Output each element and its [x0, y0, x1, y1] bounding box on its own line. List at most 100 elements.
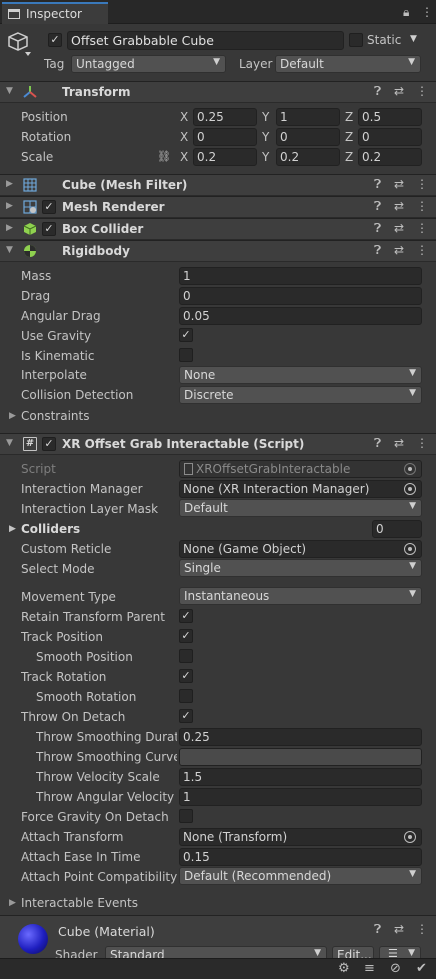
- xr-grab-enabled-checkbox[interactable]: ✓: [42, 437, 56, 451]
- throw-on-detach-checkbox[interactable]: ✓: [179, 709, 193, 723]
- help-icon[interactable]: ❓︎: [374, 243, 381, 258]
- object-picker-icon[interactable]: [404, 483, 416, 495]
- colliders-label[interactable]: Colliders: [21, 522, 80, 536]
- interaction-layer-mask-dropdown[interactable]: Default ▼: [179, 499, 422, 517]
- context-menu-icon[interactable]: ⋮: [416, 84, 428, 98]
- help-icon[interactable]: ❓︎: [374, 199, 381, 214]
- track-rotation-checkbox[interactable]: ✓: [179, 669, 193, 683]
- smooth-position-checkbox[interactable]: [179, 649, 193, 663]
- interpolate-dropdown[interactable]: None ▼: [179, 366, 422, 384]
- track-position-checkbox[interactable]: ✓: [179, 629, 193, 643]
- smooth-rotation-checkbox[interactable]: [179, 689, 193, 703]
- transform-header[interactable]: ▼ Transform ❓︎ ⇄ ⋮: [0, 81, 436, 103]
- object-picker-icon[interactable]: [404, 543, 416, 555]
- rotation-z-field[interactable]: 0: [358, 128, 422, 146]
- colliders-count-field[interactable]: 0: [372, 520, 422, 538]
- retain-transform-parent-checkbox[interactable]: ✓: [179, 609, 193, 623]
- throw-smoothing-curve-field[interactable]: [179, 748, 422, 766]
- box-collider-enabled-checkbox[interactable]: ✓: [42, 222, 56, 236]
- scale-x-field[interactable]: 0.2: [193, 148, 257, 166]
- position-y-field[interactable]: 1: [276, 108, 340, 126]
- help-icon[interactable]: ❓︎: [374, 436, 381, 451]
- context-menu-icon[interactable]: ⋮: [416, 436, 428, 450]
- rotation-x-field[interactable]: 0: [193, 128, 257, 146]
- axis-y-label: Y: [262, 110, 270, 124]
- attach-compatibility-dropdown[interactable]: Default (Recommended) ▼: [179, 867, 422, 885]
- scale-link-icon[interactable]: ⛓︎: [157, 150, 171, 163]
- preset-icon[interactable]: ⇄: [394, 243, 404, 257]
- tag-dropdown[interactable]: Untagged ▼: [71, 55, 226, 73]
- is-kinematic-checkbox[interactable]: [179, 348, 193, 362]
- custom-reticle-field[interactable]: None (Game Object): [179, 540, 422, 558]
- throw-smoothing-duration-field[interactable]: 0.25: [179, 728, 422, 746]
- mass-field[interactable]: 1: [179, 267, 422, 285]
- angular-drag-field[interactable]: 0.05: [179, 307, 422, 325]
- constraints-foldout-arrow[interactable]: ▶: [9, 411, 16, 421]
- help-icon[interactable]: ❓︎: [374, 177, 381, 192]
- active-checkbox[interactable]: ✓: [48, 33, 62, 47]
- events-foldout-arrow[interactable]: ▶: [9, 898, 16, 908]
- preset-icon[interactable]: ⇄: [394, 177, 404, 191]
- attach-ease-field[interactable]: 0.15: [179, 848, 422, 866]
- object-name-field[interactable]: Offset Grabbable Cube: [67, 31, 344, 50]
- context-menu-icon[interactable]: ⋮: [416, 922, 428, 936]
- use-gravity-checkbox[interactable]: ✓: [179, 328, 193, 342]
- preset-icon[interactable]: ⇄: [394, 84, 404, 98]
- movement-type-dropdown[interactable]: Instantaneous ▼: [179, 587, 422, 605]
- preset-icon[interactable]: ⇄: [394, 436, 404, 450]
- context-menu-icon[interactable]: ⋮: [416, 199, 428, 213]
- context-menu-icon[interactable]: ⋮: [416, 221, 428, 235]
- rotation-y-field[interactable]: 0: [276, 128, 340, 146]
- check-icon[interactable]: ✔: [416, 961, 427, 976]
- tab-inspector[interactable]: Inspector: [2, 2, 108, 24]
- material-title: Cube (Material): [58, 924, 155, 939]
- attach-transform-field[interactable]: None (Transform): [179, 828, 422, 846]
- help-icon[interactable]: ❓︎: [374, 84, 381, 99]
- interaction-manager-field[interactable]: None (XR Interaction Manager): [179, 480, 422, 498]
- material-header[interactable]: Cube (Material) Shader Standard ▼ Edit...…: [0, 916, 436, 964]
- xr-grab-header[interactable]: ▼ # ✓ XR Offset Grab Interactable (Scrip…: [0, 433, 436, 455]
- foldout-arrow-icon[interactable]: ▶: [6, 201, 13, 211]
- rigidbody-header[interactable]: ▼ Rigidbody ❓︎ ⇄ ⋮: [0, 240, 436, 262]
- throw-velocity-scale-label: Throw Velocity Scale: [36, 770, 160, 784]
- box-collider-header[interactable]: ▶ ✓ Box Collider ❓︎ ⇄ ⋮: [0, 218, 436, 240]
- context-menu-icon[interactable]: ⋮: [416, 177, 428, 191]
- collision-detection-dropdown[interactable]: Discrete ▼: [179, 386, 422, 404]
- more-options-icon[interactable]: ⋮: [421, 5, 433, 19]
- debug-icon[interactable]: ⚙︎: [338, 961, 350, 976]
- lock-icon[interactable]: 🔒︎: [403, 5, 409, 20]
- force-gravity-checkbox[interactable]: [179, 809, 193, 823]
- position-x-field[interactable]: 0.25: [193, 108, 257, 126]
- mesh-filter-header[interactable]: ▶ Cube (Mesh Filter) ❓︎ ⇄ ⋮: [0, 174, 436, 196]
- mesh-renderer-header[interactable]: ▶ ✓ Mesh Renderer ❓︎ ⇄ ⋮: [0, 196, 436, 218]
- throw-velocity-scale-field[interactable]: 1.5: [179, 768, 422, 786]
- preset-icon[interactable]: ⇄: [394, 922, 404, 936]
- help-icon[interactable]: ❓︎: [374, 922, 381, 937]
- foldout-arrow-icon[interactable]: ▼: [6, 438, 13, 448]
- foldout-arrow-icon[interactable]: ▼: [6, 86, 13, 96]
- foldout-arrow-icon[interactable]: ▶: [6, 223, 13, 233]
- sync-disabled-icon[interactable]: ⊘: [390, 961, 401, 976]
- foldout-arrow-icon[interactable]: ▶: [6, 179, 13, 189]
- mesh-renderer-enabled-checkbox[interactable]: ✓: [42, 200, 56, 214]
- static-dropdown-arrow[interactable]: ▼: [410, 34, 417, 44]
- scale-z-field[interactable]: 0.2: [358, 148, 422, 166]
- drag-field[interactable]: 0: [179, 287, 422, 305]
- position-z-field[interactable]: 0.5: [358, 108, 422, 126]
- select-mode-dropdown[interactable]: Single ▼: [179, 559, 422, 577]
- attach-compatibility-label: Attach Point Compatibility M: [21, 870, 177, 884]
- foldout-arrow-icon[interactable]: ▼: [6, 245, 13, 255]
- context-menu-icon[interactable]: ⋮: [416, 243, 428, 257]
- throw-angular-velocity-scale-field[interactable]: 1: [179, 788, 422, 806]
- static-checkbox[interactable]: [349, 33, 363, 47]
- layer-dropdown[interactable]: Default ▼: [275, 55, 421, 73]
- database-icon[interactable]: ≡: [364, 961, 375, 976]
- preset-icon[interactable]: ⇄: [394, 221, 404, 235]
- constraints-label[interactable]: Constraints: [21, 409, 89, 423]
- object-picker-icon[interactable]: [404, 831, 416, 843]
- preset-icon[interactable]: ⇄: [394, 199, 404, 213]
- interactable-events-label[interactable]: Interactable Events: [21, 896, 138, 910]
- help-icon[interactable]: ❓︎: [374, 221, 381, 236]
- colliders-foldout-arrow[interactable]: ▶: [9, 524, 16, 534]
- scale-y-field[interactable]: 0.2: [276, 148, 340, 166]
